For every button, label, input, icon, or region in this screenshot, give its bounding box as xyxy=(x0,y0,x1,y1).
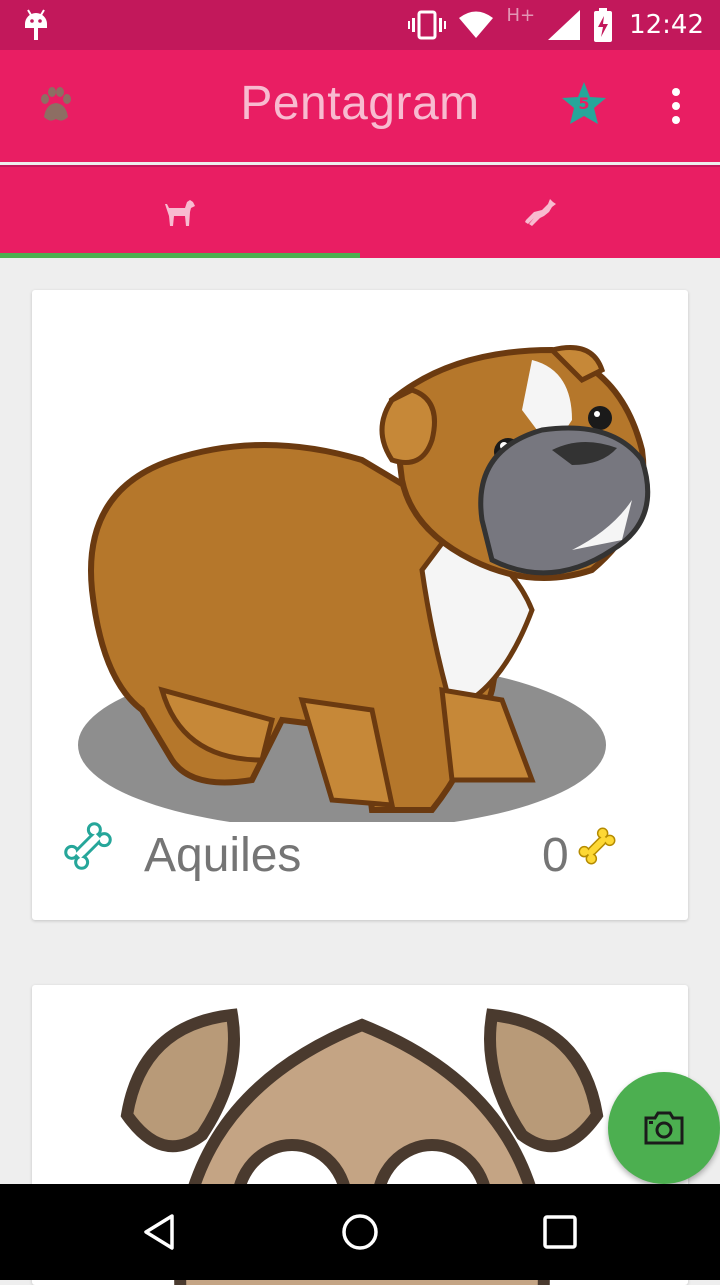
tab-bar xyxy=(0,165,720,258)
app-bar: Pentagram 5 xyxy=(0,50,720,162)
recents-icon[interactable] xyxy=(540,1212,580,1252)
navigation-bar xyxy=(0,1184,720,1280)
tab-my-pets[interactable] xyxy=(0,167,360,258)
tab-explore[interactable] xyxy=(360,167,720,258)
dog-standing-icon xyxy=(165,199,195,226)
favorites-button[interactable]: 5 xyxy=(560,80,608,128)
home-icon[interactable] xyxy=(340,1212,380,1252)
clock: 12:42 xyxy=(629,10,704,40)
wifi-icon xyxy=(459,11,494,38)
app-title: Pentagram xyxy=(240,77,480,130)
tab-indicator xyxy=(0,253,360,258)
overflow-menu-icon[interactable] xyxy=(660,86,692,126)
dog-running-icon xyxy=(525,198,556,226)
pet-name: Aquiles xyxy=(144,829,302,882)
battery-charging-icon xyxy=(594,8,613,42)
android-debug-icon xyxy=(25,9,47,40)
vibrate-icon xyxy=(408,10,447,40)
camera-icon xyxy=(644,1111,684,1145)
bone-like-icon xyxy=(578,827,616,865)
back-icon[interactable] xyxy=(140,1212,180,1252)
pet-image xyxy=(32,345,688,830)
pet-card[interactable]: Aquiles 0 xyxy=(32,290,688,920)
network-type: H+ xyxy=(506,4,536,26)
status-bar: H+ 12:42 xyxy=(0,0,720,50)
camera-fab[interactable] xyxy=(608,1072,720,1184)
likes-count: 0 xyxy=(542,829,569,882)
bone-icon[interactable] xyxy=(62,820,114,872)
cell-signal-icon xyxy=(548,10,581,40)
favorites-count: 5 xyxy=(578,94,590,113)
